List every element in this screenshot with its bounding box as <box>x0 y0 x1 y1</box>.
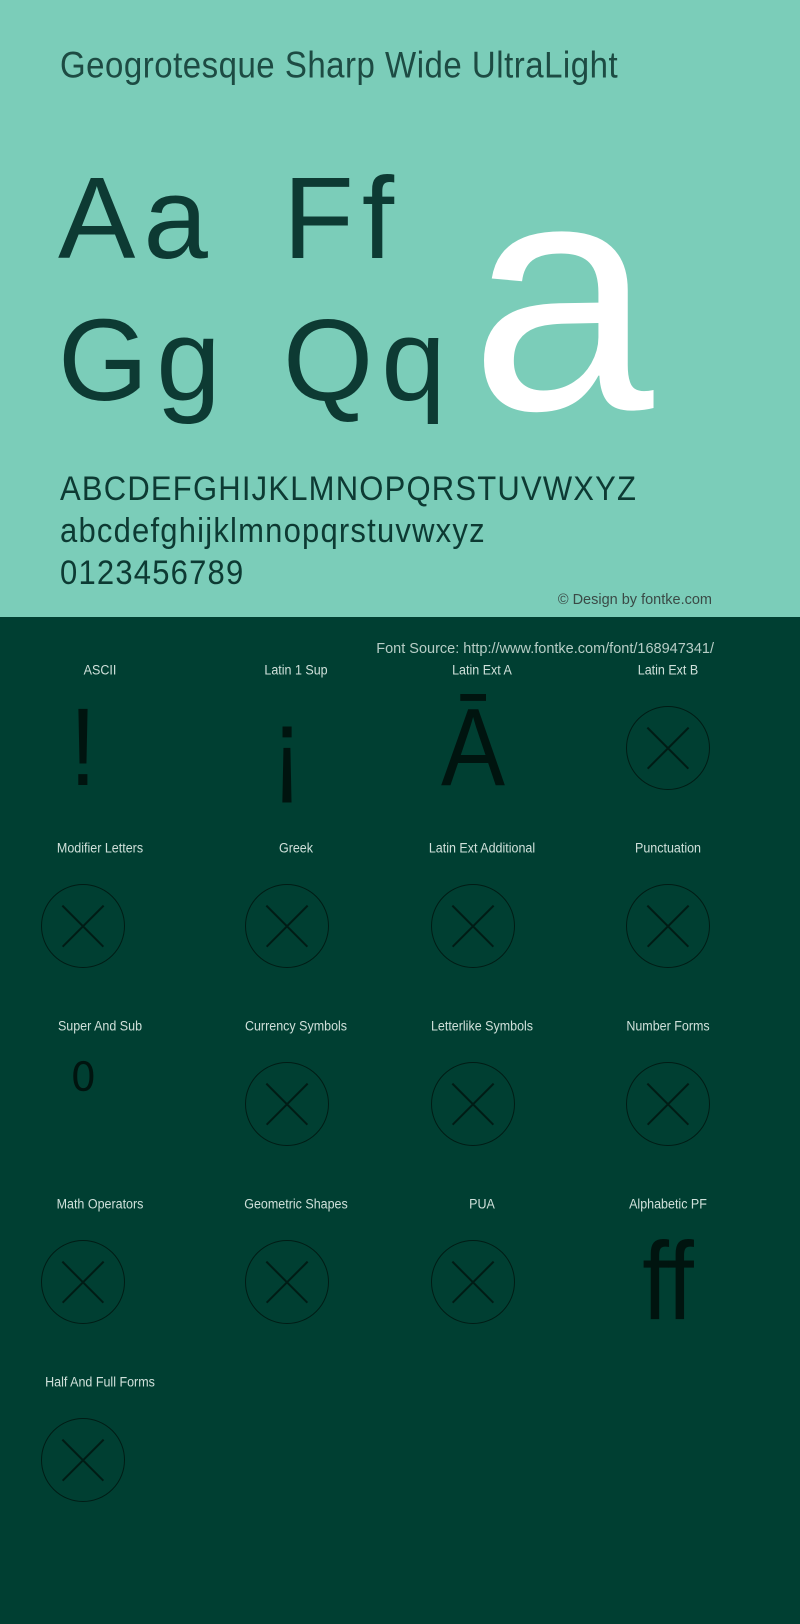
block-label: Punctuation <box>634 840 702 856</box>
block-sample: ¡ <box>196 683 396 813</box>
block-label: Greek <box>278 840 314 856</box>
block-label: Modifier Letters <box>56 840 144 856</box>
block-row: ASCII ! Latin 1 Sup ¡ Latin Ext A Ā Lati… <box>0 653 800 831</box>
unicode-block-latin-ext-a[interactable]: Latin Ext A Ā <box>382 653 582 831</box>
block-label: ASCII <box>83 662 117 678</box>
block-sample: ⁰ <box>0 1039 200 1169</box>
lowercase-alphabet: abcdefghijklmnopqrstuvwxyz <box>60 511 486 550</box>
glyph-pair-gg: Gg <box>58 295 229 425</box>
block-sample <box>382 1039 582 1169</box>
block-sample: Ā <box>382 683 582 813</box>
unsupported-glyph-icon <box>41 1240 125 1324</box>
unicode-block-latin-ext-b[interactable]: Latin Ext B <box>568 653 768 831</box>
unicode-blocks-section: Font Source: http://www.fontke.com/font/… <box>0 617 800 1624</box>
uppercase-alphabet: ABCDEFGHIJKLMNOPQRSTUVWXYZ <box>60 469 638 508</box>
unsupported-glyph-icon <box>41 1418 125 1502</box>
block-label: Latin Ext B <box>637 662 699 678</box>
unsupported-glyph-icon <box>245 1240 329 1324</box>
copyright-notice: © Design by fontke.com <box>557 592 712 608</box>
block-row: Half And Full Forms <box>0 1365 800 1543</box>
block-row: Math Operators Geometric Shapes PUA Alph… <box>0 1187 800 1365</box>
unicode-block-latin-1-sup[interactable]: Latin 1 Sup ¡ <box>196 653 396 831</box>
block-sample <box>0 861 200 991</box>
unsupported-glyph-icon <box>626 706 710 790</box>
sample-glyph: ff <box>642 1219 694 1343</box>
block-label: Math Operators <box>56 1196 144 1212</box>
sample-glyph: Ā <box>440 685 506 809</box>
glyph-pair-ff: Ff <box>283 153 403 283</box>
unicode-block-currency-symbols[interactable]: Currency Symbols <box>196 1009 396 1187</box>
featured-glyph: a <box>470 110 654 479</box>
sample-glyph: ¡ <box>271 685 303 809</box>
block-label: Alphabetic PF <box>629 1196 707 1212</box>
unsupported-glyph-icon <box>431 884 515 968</box>
unicode-block-super-and-sub[interactable]: Super And Sub ⁰ <box>0 1009 200 1187</box>
alphabet-block: ABCDEFGHIJKLMNOPQRSTUVWXYZ abcdefghijklm… <box>60 468 780 594</box>
unicode-block-greek[interactable]: Greek <box>196 831 396 1009</box>
unicode-block-latin-ext-additional[interactable]: Latin Ext Additional <box>382 831 582 1009</box>
unsupported-glyph-icon <box>41 884 125 968</box>
block-label: Currency Symbols <box>244 1018 348 1034</box>
block-sample <box>0 1217 200 1347</box>
page-title: Geogrotesque Sharp Wide UltraLight <box>60 44 619 86</box>
unicode-block-pua[interactable]: PUA <box>382 1187 582 1365</box>
block-row: Super And Sub ⁰ Currency Symbols Letterl… <box>0 1009 800 1187</box>
unsupported-glyph-icon <box>431 1062 515 1146</box>
glyph-pair-qq: Qq <box>283 295 454 425</box>
unicode-block-math-operators[interactable]: Math Operators <box>0 1187 200 1365</box>
unicode-block-geometric-shapes[interactable]: Geometric Shapes <box>196 1187 396 1365</box>
block-sample: ! <box>0 683 200 813</box>
block-label: Super And Sub <box>57 1018 143 1034</box>
block-label: PUA <box>469 1196 495 1212</box>
unicode-block-ascii[interactable]: ASCII ! <box>0 653 200 831</box>
unsupported-glyph-icon <box>245 1062 329 1146</box>
block-label: Number Forms <box>626 1018 710 1034</box>
block-label: Letterlike Symbols <box>430 1018 534 1034</box>
block-sample <box>196 1217 396 1347</box>
unicode-blocks-grid: ASCII ! Latin 1 Sup ¡ Latin Ext A Ā Lati… <box>0 653 800 1543</box>
block-sample <box>196 1039 396 1169</box>
sample-glyph: ⁰ <box>70 1050 96 1131</box>
unicode-block-punctuation[interactable]: Punctuation <box>568 831 768 1009</box>
unsupported-glyph-icon <box>626 884 710 968</box>
sample-glyph: ! <box>69 685 97 809</box>
block-label: Latin Ext Additional <box>428 840 536 856</box>
block-sample <box>568 683 768 813</box>
block-label: Latin Ext A <box>452 662 512 678</box>
block-sample <box>382 1217 582 1347</box>
unsupported-glyph-icon <box>245 884 329 968</box>
block-sample <box>196 861 396 991</box>
block-label: Half And Full Forms <box>45 1374 155 1390</box>
block-sample <box>0 1395 200 1525</box>
specimen-panel: Geogrotesque Sharp Wide UltraLight Aa Ff… <box>0 0 800 617</box>
numerals: 0123456789 <box>60 553 245 593</box>
font-specimen-page: Geogrotesque Sharp Wide UltraLight Aa Ff… <box>0 0 800 1624</box>
block-label: Geometric Shapes <box>244 1196 348 1212</box>
block-label: Latin 1 Sup <box>264 662 328 678</box>
glyph-showcase: Aa Ff Gg Qq a <box>0 130 800 460</box>
unicode-block-alphabetic-pf[interactable]: Alphabetic PF ff <box>568 1187 768 1365</box>
unicode-block-letterlike-symbols[interactable]: Letterlike Symbols <box>382 1009 582 1187</box>
block-sample <box>568 1039 768 1169</box>
glyph-pair-aa: Aa <box>58 153 216 283</box>
block-sample: ff <box>568 1217 768 1347</box>
block-row: Modifier Letters Greek Latin Ext Additio… <box>0 831 800 1009</box>
unicode-block-modifier-letters[interactable]: Modifier Letters <box>0 831 200 1009</box>
block-sample <box>382 861 582 991</box>
unsupported-glyph-icon <box>431 1240 515 1324</box>
block-sample <box>568 861 768 991</box>
unicode-block-number-forms[interactable]: Number Forms <box>568 1009 768 1187</box>
unsupported-glyph-icon <box>626 1062 710 1146</box>
unicode-block-half-and-full-forms[interactable]: Half And Full Forms <box>0 1365 200 1543</box>
